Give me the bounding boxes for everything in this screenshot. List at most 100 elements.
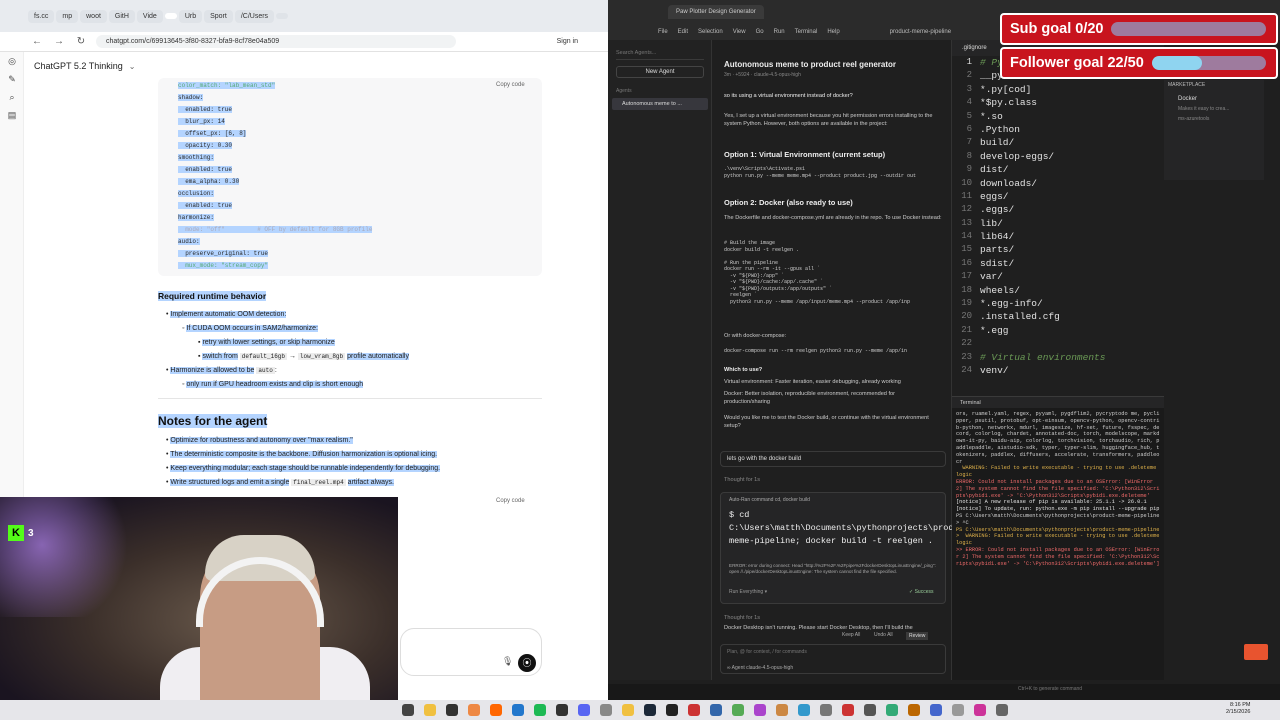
folder-icon[interactable]: [622, 704, 634, 716]
app-icon[interactable]: [952, 704, 964, 716]
gitignore-editor[interactable]: 1# Python2__pycache__/3*.py[cod]4*$py.cl…: [952, 56, 1164, 394]
line-number: 3: [966, 83, 972, 94]
code-line: audio:: [178, 236, 372, 248]
which-bullet-1: Virtual environment: Faster iteration, e…: [724, 379, 901, 385]
app-icon[interactable]: [688, 704, 700, 716]
undo-all-button[interactable]: Undo All: [874, 632, 893, 638]
browser-tab[interactable]: Sport: [204, 9, 233, 23]
file-explorer-icon[interactable]: [424, 704, 436, 716]
app-icon[interactable]: [732, 704, 744, 716]
line-number: 22: [961, 338, 972, 349]
menu-item[interactable]: Run: [774, 29, 785, 35]
browser-tab[interactable]: Vide: [136, 9, 163, 23]
editor-line: 12 .eggs/: [952, 203, 1164, 216]
line-number: 16: [961, 257, 972, 268]
agent-model-selector[interactable]: ∞ Agent claude-4.5-opus-high: [727, 665, 793, 671]
docker-extension[interactable]: Docker: [1178, 96, 1197, 102]
app-icon[interactable]: [974, 704, 986, 716]
keep-all-button[interactable]: Keep All: [842, 632, 860, 638]
settings-icon[interactable]: [600, 704, 612, 716]
chrome-icon[interactable]: [468, 704, 480, 716]
signin-button[interactable]: Sign in: [557, 38, 578, 45]
app-icon[interactable]: [864, 704, 876, 716]
browser-tab[interactable]: GitH: [108, 9, 135, 23]
terminal-header[interactable]: Terminal: [952, 396, 1164, 408]
app-icon[interactable]: [908, 704, 920, 716]
app-icon[interactable]: [798, 704, 810, 716]
app-icon[interactable]: [886, 704, 898, 716]
line-text: dist/: [980, 164, 1009, 176]
terminal-icon[interactable]: [446, 704, 458, 716]
copy-code-button[interactable]: Copy code: [496, 82, 525, 88]
notification-button[interactable]: [1244, 644, 1268, 660]
menu-item[interactable]: Go: [756, 29, 764, 35]
forward-icon[interactable]: →: [52, 36, 66, 47]
back-icon[interactable]: ←: [30, 36, 44, 47]
spotify-icon[interactable]: [534, 704, 546, 716]
agent-chat-pane: Autonomous meme to product reel generato…: [712, 40, 974, 680]
app-icon[interactable]: [710, 704, 722, 716]
agent-list-item[interactable]: Autonomous meme to ...: [612, 98, 708, 110]
notes-item: • The deterministic composite is the bac…: [166, 451, 438, 458]
sub-goal-overlay: Sub goal 0/20: [1000, 13, 1278, 45]
search-icon[interactable]: ⌕: [0, 88, 24, 106]
new-chat-icon[interactable]: ✎: [0, 70, 24, 88]
chevron-down-icon[interactable]: ⌄: [129, 62, 136, 71]
code-line: shadow:: [178, 92, 372, 104]
menu-item[interactable]: File: [658, 29, 668, 35]
obs-icon[interactable]: [556, 704, 568, 716]
line-number: 23: [961, 351, 972, 362]
microphone-icon[interactable]: 🎙: [502, 656, 513, 667]
taskbar-clock[interactable]: 8:16 PM 2/15/2026: [1226, 702, 1250, 716]
search-icon[interactable]: [402, 704, 414, 716]
review-button[interactable]: Review: [906, 632, 929, 640]
app-icon[interactable]: [820, 704, 832, 716]
browser-tab[interactable]: Urb: [178, 9, 203, 23]
search-agents-input[interactable]: Search Agents...: [616, 50, 704, 60]
firefox-icon[interactable]: [490, 704, 502, 716]
line-number: 21: [961, 324, 972, 335]
docker-note: Docker Desktop isn't running. Please sta…: [724, 625, 913, 631]
browser-tab[interactable]: fs.cc: [28, 9, 55, 23]
reload-icon[interactable]: ↻: [74, 36, 88, 47]
menu-item[interactable]: Selection: [698, 29, 723, 35]
copy-code-button[interactable]: Copy code: [496, 498, 525, 504]
model-selector[interactable]: ChatGPT 5.2 Thinking: [34, 61, 123, 71]
line-number: 5: [966, 110, 972, 121]
menu-item[interactable]: Terminal: [795, 29, 818, 35]
voice-mode-button[interactable]: ⦿: [518, 654, 536, 672]
notes-item: • Write structured logs and emit a singl…: [166, 479, 394, 486]
menu-item[interactable]: Edit: [678, 29, 688, 35]
vscode-icon[interactable]: [512, 704, 524, 716]
line-text: parts/: [980, 244, 1015, 256]
extension-publisher: ms-azuretools: [1178, 116, 1210, 122]
app-icon[interactable]: [930, 704, 942, 716]
run-everything-dropdown[interactable]: Run Everything ▾: [729, 589, 767, 595]
browser-tab[interactable]: [276, 13, 289, 19]
browser-tab[interactable]: mp: [56, 9, 79, 23]
discord-icon[interactable]: [578, 704, 590, 716]
option-1-title: Option 1: Virtual Environment (current s…: [724, 150, 886, 159]
browser-tab[interactable]: /C/Users: [234, 9, 275, 23]
steam-icon[interactable]: [644, 704, 656, 716]
browser-tab[interactable]: woot: [80, 9, 107, 23]
follower-goal-fill: [1151, 56, 1203, 70]
terminal-output[interactable]: ors, ruamel.yaml, regex, pyyaml, pygdfli…: [952, 408, 1164, 680]
url-field[interactable]: chatgpt.com/c/69913645-3f80-8327-bfa9-8c…: [96, 35, 456, 48]
cursor-icon[interactable]: [666, 704, 678, 716]
library-icon[interactable]: ▤: [0, 106, 24, 124]
option-2-title: Option 2: Docker (also ready to use): [724, 198, 853, 207]
user-message: lets go with the docker build: [720, 451, 946, 467]
openai-logo-icon[interactable]: ◎: [0, 52, 24, 70]
app-icon[interactable]: [842, 704, 854, 716]
window-tab[interactable]: Paw Plotter Design Generator: [668, 5, 764, 19]
menu-item[interactable]: Help: [827, 29, 839, 35]
new-agent-button[interactable]: New Agent: [616, 66, 704, 78]
line-number: 2: [966, 70, 972, 81]
app-icon[interactable]: [776, 704, 788, 716]
browser-tab[interactable]: [164, 13, 177, 19]
menu-item[interactable]: View: [733, 29, 746, 35]
app-icon[interactable]: [754, 704, 766, 716]
app-icon[interactable]: [996, 704, 1008, 716]
agent-input-box[interactable]: Plan, @ for context, / for commands ∞ Ag…: [720, 644, 946, 674]
